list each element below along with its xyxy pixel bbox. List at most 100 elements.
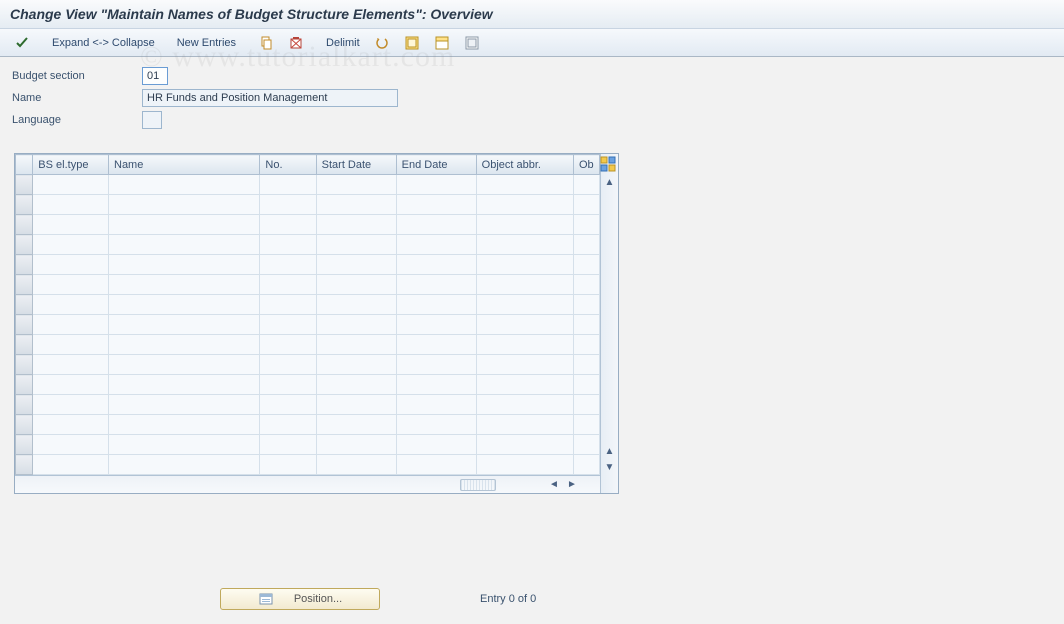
cell-start-date[interactable] [316, 195, 396, 215]
vscroll-down-icon[interactable]: ▼ [602, 459, 618, 475]
cell-ob[interactable] [574, 415, 600, 435]
row-selector[interactable] [16, 435, 33, 455]
cell-start-date[interactable] [316, 335, 396, 355]
cell-ob[interactable] [574, 455, 600, 475]
cell-end-date[interactable] [396, 195, 476, 215]
cell-no[interactable] [260, 215, 316, 235]
table-row[interactable] [16, 395, 600, 415]
name-field[interactable]: HR Funds and Position Management [142, 89, 398, 107]
row-selector[interactable] [16, 175, 33, 195]
cell-bs-el-type[interactable] [33, 195, 109, 215]
cell-name[interactable] [109, 355, 260, 375]
vertical-scrollbar[interactable]: ▲ ▲ ▼ [600, 154, 618, 493]
cell-object-abbr[interactable] [476, 455, 573, 475]
row-selector[interactable] [16, 395, 33, 415]
table-row[interactable] [16, 275, 600, 295]
cell-end-date[interactable] [396, 315, 476, 335]
cell-object-abbr[interactable] [476, 215, 573, 235]
cell-object-abbr[interactable] [476, 375, 573, 395]
new-entries-button[interactable]: New Entries [171, 33, 242, 53]
cell-object-abbr[interactable] [476, 235, 573, 255]
col-no[interactable]: No. [260, 155, 316, 175]
cell-ob[interactable] [574, 395, 600, 415]
cell-no[interactable] [260, 235, 316, 255]
budget-section-field[interactable]: 01 [142, 67, 168, 85]
cell-no[interactable] [260, 335, 316, 355]
table-row[interactable] [16, 175, 600, 195]
vscroll-up2-icon[interactable]: ▲ [602, 443, 618, 459]
row-selector[interactable] [16, 315, 33, 335]
cell-object-abbr[interactable] [476, 355, 573, 375]
cell-start-date[interactable] [316, 415, 396, 435]
cell-ob[interactable] [574, 255, 600, 275]
table-row[interactable] [16, 315, 600, 335]
cell-no[interactable] [260, 395, 316, 415]
cell-bs-el-type[interactable] [33, 215, 109, 235]
cell-ob[interactable] [574, 295, 600, 315]
cell-name[interactable] [109, 335, 260, 355]
row-selector[interactable] [16, 295, 33, 315]
cell-bs-el-type[interactable] [33, 175, 109, 195]
cell-start-date[interactable] [316, 175, 396, 195]
cell-name[interactable] [109, 235, 260, 255]
hscroll-left-icon[interactable]: ◄ [546, 477, 562, 493]
cell-name[interactable] [109, 415, 260, 435]
cell-start-date[interactable] [316, 215, 396, 235]
cell-object-abbr[interactable] [476, 295, 573, 315]
cell-end-date[interactable] [396, 255, 476, 275]
deselect-all-icon[interactable] [458, 33, 486, 53]
cell-ob[interactable] [574, 215, 600, 235]
cell-start-date[interactable] [316, 375, 396, 395]
col-bs-el-type[interactable]: BS el.type [33, 155, 109, 175]
cell-ob[interactable] [574, 335, 600, 355]
cell-ob[interactable] [574, 275, 600, 295]
vscroll-up-icon[interactable]: ▲ [602, 174, 618, 190]
col-end-date[interactable]: End Date [396, 155, 476, 175]
cell-object-abbr[interactable] [476, 275, 573, 295]
cell-bs-el-type[interactable] [33, 295, 109, 315]
table-row[interactable] [16, 415, 600, 435]
delimit-button[interactable]: Delimit [320, 33, 366, 53]
check-icon[interactable] [8, 33, 36, 53]
delete-icon[interactable] [282, 33, 310, 53]
cell-name[interactable] [109, 175, 260, 195]
cell-bs-el-type[interactable] [33, 235, 109, 255]
hscroll-right-icon[interactable]: ► [564, 477, 580, 493]
table-row[interactable] [16, 375, 600, 395]
cell-start-date[interactable] [316, 255, 396, 275]
select-block-icon[interactable] [428, 33, 456, 53]
table-config-icon[interactable] [600, 156, 616, 172]
col-name[interactable]: Name [109, 155, 260, 175]
row-selector-header[interactable] [16, 155, 33, 175]
cell-ob[interactable] [574, 375, 600, 395]
cell-no[interactable] [260, 355, 316, 375]
cell-bs-el-type[interactable] [33, 435, 109, 455]
cell-name[interactable] [109, 435, 260, 455]
cell-object-abbr[interactable] [476, 435, 573, 455]
horizontal-scrollbar[interactable]: ◄ ► [15, 475, 600, 493]
language-field[interactable] [142, 111, 162, 129]
cell-end-date[interactable] [396, 175, 476, 195]
cell-end-date[interactable] [396, 435, 476, 455]
table-row[interactable] [16, 195, 600, 215]
cell-name[interactable] [109, 195, 260, 215]
cell-end-date[interactable] [396, 335, 476, 355]
cell-object-abbr[interactable] [476, 255, 573, 275]
cell-ob[interactable] [574, 235, 600, 255]
cell-bs-el-type[interactable] [33, 335, 109, 355]
cell-bs-el-type[interactable] [33, 315, 109, 335]
table-row[interactable] [16, 435, 600, 455]
row-selector[interactable] [16, 235, 33, 255]
table-row[interactable] [16, 215, 600, 235]
cell-object-abbr[interactable] [476, 175, 573, 195]
cell-object-abbr[interactable] [476, 395, 573, 415]
col-start-date[interactable]: Start Date [316, 155, 396, 175]
cell-bs-el-type[interactable] [33, 375, 109, 395]
row-selector[interactable] [16, 275, 33, 295]
cell-bs-el-type[interactable] [33, 275, 109, 295]
cell-no[interactable] [260, 315, 316, 335]
cell-no[interactable] [260, 455, 316, 475]
cell-no[interactable] [260, 415, 316, 435]
cell-name[interactable] [109, 315, 260, 335]
row-selector[interactable] [16, 215, 33, 235]
